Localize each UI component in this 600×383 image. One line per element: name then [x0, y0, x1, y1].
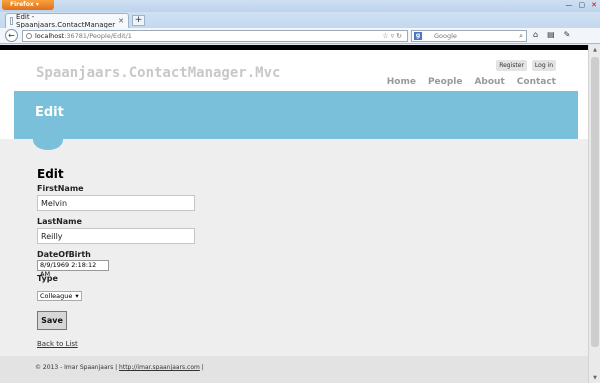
- first-name-input[interactable]: Melvin: [37, 195, 195, 211]
- footer-copyright: © 2013 - Imar Spaanjaars |: [35, 364, 120, 371]
- bookmark-star-icon[interactable]: ☆: [382, 32, 390, 40]
- tab-strip: Edit - Spaanjaars.ContactManager ✕ +: [0, 12, 600, 29]
- register-link[interactable]: Register: [496, 60, 527, 71]
- form-heading: Edit: [37, 167, 64, 181]
- firefox-menu-button[interactable]: Firefox ▾: [2, 0, 54, 10]
- first-name-label: FirstName: [37, 184, 84, 193]
- tab-title: Edit - Spaanjaars.ContactManager: [16, 13, 116, 29]
- window-titlebar: Firefox ▾ — ▢ ✕: [0, 0, 600, 12]
- back-button[interactable]: ←: [5, 29, 18, 42]
- dob-label: DateOfBirth: [37, 250, 91, 259]
- login-links: Register Log in: [496, 60, 556, 71]
- home-icon[interactable]: ⌂: [533, 30, 538, 39]
- main-content: Edit FirstName Melvin LastName Reilly Da…: [0, 139, 588, 356]
- url-host: localhost: [35, 32, 65, 40]
- banner-title: Edit: [35, 105, 64, 120]
- search-placeholder: Google: [434, 32, 457, 40]
- dob-input[interactable]: 8/9/1969 2:18:12 AM: [37, 260, 109, 278]
- page-favicon-icon: [10, 17, 14, 25]
- firefox-menu-label: Firefox: [10, 1, 34, 8]
- nav-people[interactable]: People: [428, 77, 463, 87]
- tab-close-icon[interactable]: ✕: [118, 17, 124, 25]
- type-select[interactable]: Colleague ▾: [37, 291, 82, 301]
- minimize-icon[interactable]: —: [566, 1, 573, 9]
- chevron-down-icon: ▾: [75, 292, 79, 300]
- site-title[interactable]: Spaanjaars.ContactManager.Mvc: [36, 65, 280, 81]
- page-banner: Edit: [14, 91, 578, 139]
- urlbar-icons: ☆▿↻: [382, 31, 404, 41]
- site-identity-icon: [26, 33, 32, 39]
- footer-link[interactable]: http://imar.spaanjaars.com: [119, 364, 200, 371]
- nav-contact[interactable]: Contact: [517, 77, 556, 87]
- type-label: Type: [37, 274, 58, 283]
- close-icon[interactable]: ✕: [591, 1, 597, 9]
- search-box[interactable]: g Google ⌕: [411, 30, 527, 42]
- footer-suffix: |: [199, 364, 204, 371]
- edit-form: Edit FirstName Melvin LastName Reilly Da…: [37, 167, 195, 348]
- toolbar-icons: ⌂ ▤ ✎: [533, 30, 570, 39]
- scroll-up-icon[interactable]: ▲: [591, 46, 599, 54]
- back-to-list-link[interactable]: Back to List: [37, 340, 195, 348]
- maximize-icon[interactable]: ▢: [579, 1, 586, 9]
- search-magnifier-icon[interactable]: ⌕: [519, 31, 523, 41]
- vertical-scrollbar[interactable]: ▲ ▼: [588, 45, 600, 383]
- search-engine-icon[interactable]: g: [414, 32, 422, 40]
- navigation-toolbar: ← localhost:36781/People/Edit/1 ☆▿↻ g Go…: [0, 28, 600, 44]
- bookmarks-icon[interactable]: ▤: [547, 30, 555, 39]
- main-menu: Home People About Contact: [387, 77, 556, 87]
- window-controls: — ▢ ✕: [566, 1, 598, 9]
- last-name-label: LastName: [37, 217, 82, 226]
- nav-home[interactable]: Home: [387, 77, 416, 87]
- scroll-thumb[interactable]: [591, 57, 599, 347]
- back-arrow-icon: ←: [8, 31, 15, 40]
- reload-icon[interactable]: ↻: [396, 32, 404, 40]
- last-name-input[interactable]: Reilly: [37, 228, 195, 244]
- page-footer: © 2013 - Imar Spaanjaars | http://imar.s…: [0, 356, 588, 383]
- login-link[interactable]: Log in: [531, 60, 556, 71]
- type-selected-value: Colleague: [40, 292, 73, 300]
- url-path: :36781/People/Edit/1: [64, 32, 132, 40]
- browser-tab[interactable]: Edit - Spaanjaars.ContactManager ✕: [5, 13, 129, 29]
- save-button[interactable]: Save: [37, 311, 67, 330]
- banner-bubble: [33, 130, 63, 150]
- addon-icon[interactable]: ✎: [564, 30, 571, 39]
- nav-about[interactable]: About: [474, 77, 504, 87]
- web-page: Spaanjaars.ContactManager.Mvc Register L…: [0, 50, 588, 383]
- address-bar[interactable]: localhost:36781/People/Edit/1 ☆▿↻: [22, 30, 408, 42]
- new-tab-button[interactable]: +: [132, 15, 145, 26]
- scroll-down-icon[interactable]: ▼: [591, 374, 599, 382]
- footer-text: © 2013 - Imar Spaanjaars | http://imar.s…: [35, 364, 204, 371]
